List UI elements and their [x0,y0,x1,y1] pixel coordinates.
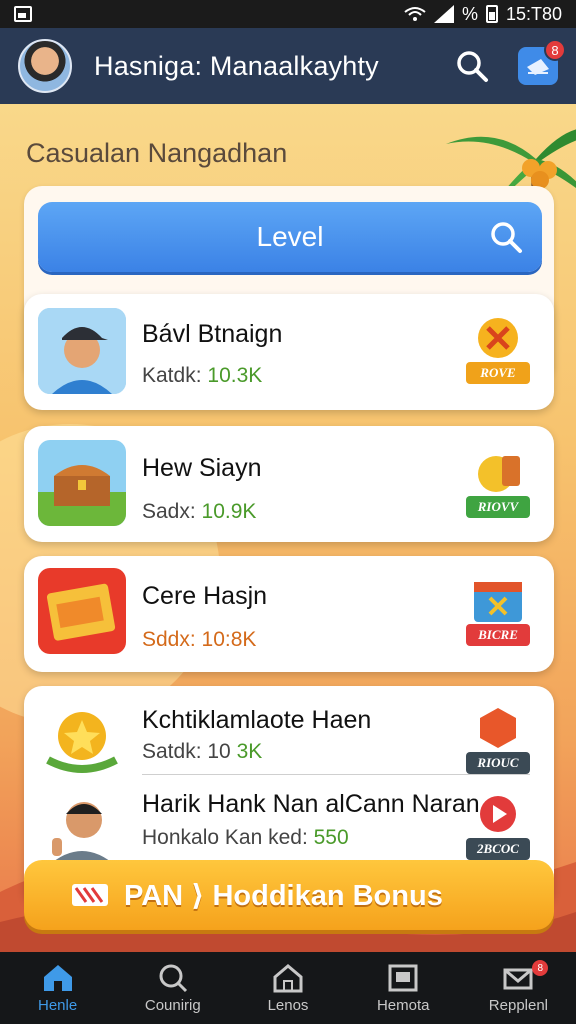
picture-icon [388,964,418,991]
reward-badge[interactable]: RIOVV [466,448,530,518]
reward-tag: ROVE [466,362,530,384]
reward-tag: RIOUC [466,752,530,774]
card-subtitle: Sadx: 10.9K [142,500,257,523]
avatar[interactable] [18,39,72,93]
treasure-chest-icon [38,440,126,526]
gallery-status-icon [14,6,32,22]
notification-badge: 8 [544,39,566,61]
nav-label: Henle [38,996,78,1014]
reward-badge[interactable]: BICRE [466,576,530,646]
search-icon[interactable] [488,219,524,255]
nav-item-hemota[interactable]: Hemota [346,952,461,1024]
nav-item-home[interactable]: Henle [0,952,115,1024]
coin-icon [478,456,520,492]
star-medal-icon [38,700,126,786]
reward-tag: 2BCOC [466,838,530,860]
nav-label: Lenos [267,996,309,1014]
hexagon-icon [480,708,516,748]
nav-item-lenos[interactable]: Lenos [230,952,345,1024]
reward-badge[interactable]: ROVE [466,314,530,384]
bottom-nav: Henle Counirig Lenos Hemota 8 Repplenl [0,952,576,1024]
search-icon[interactable] [454,48,490,84]
card-subtitle: Satdk: 10 3K [142,740,263,763]
nav-label: Counirig [144,996,201,1014]
app-title: Hasniga: Manaalkayhty [94,50,379,81]
ticket-icon [72,884,108,906]
card-title: Bávl Btnaign [142,320,283,348]
nav-item-replenl[interactable]: 8 Repplenl [461,952,576,1024]
card-subtitle: Katdk: 10.3K [142,364,263,387]
nav-label: Repplenl [488,996,549,1014]
app-bar: Hasniga: Manaalkayhty 8 [0,28,576,104]
mail-icon [503,968,533,989]
bonus-button-label: PAN ⟩ Hoddikan Bonus [124,879,443,912]
wifi-icon [404,7,426,21]
gift-box-icon [474,582,522,622]
section-heading: Casualan Nangadhan [26,138,288,168]
nav-label: Hemota [376,996,430,1014]
reward-tag: BICRE [466,624,530,646]
notification-button[interactable]: 8 [518,39,566,85]
card-title: Harik Hank Nan alCann Naran [142,790,480,818]
nav-badge: 8 [532,960,549,976]
signal-icon [433,5,454,23]
list-item[interactable]: Hew Siayn Sadx: 10.9K RIOVV [24,426,554,542]
list-item[interactable]: Bávl Btnaign Katdk: 10.3K ROVE [24,294,554,410]
bonus-button[interactable]: PAN ⟩ Hoddikan Bonus [24,860,554,930]
main-content: Casualan Nangadhan Level Bávl Btnaign Ka… [0,104,576,952]
status-bar: % 15:T80 [0,0,576,28]
card-title: Hew Siayn [142,454,262,482]
home-icon [43,964,72,991]
list-item[interactable]: Cere Hasjn Sddx: 10:8K BICRE [24,556,554,672]
house-icon [273,963,303,992]
status-time: 15:T80 [505,3,562,24]
battery-icon [485,5,498,23]
card-subtitle: Honkalo Kan ked: 550 [142,826,349,849]
calendar-icon [38,568,126,654]
level-button[interactable]: Level [38,202,542,272]
search-icon [159,964,187,992]
nav-item-search[interactable]: Counirig [115,952,230,1024]
reward-tag: RIOVV [466,496,530,518]
card-title: Kchtiklamlaote Haen [142,706,372,734]
reward-badge[interactable]: RIOUC [466,704,530,774]
reward-badge[interactable]: 2BCOC [466,790,530,860]
level-button-label: Level [256,221,324,252]
card-subtitle: Sddx: 10:8K [142,628,257,651]
trophy-icon [478,318,518,358]
player-avatar-icon [38,780,126,866]
card-title: Cere Hasjn [142,582,268,610]
divider [142,774,530,775]
status-percent: % [461,3,478,24]
play-icon [480,796,516,832]
player-avatar-icon [38,308,126,394]
